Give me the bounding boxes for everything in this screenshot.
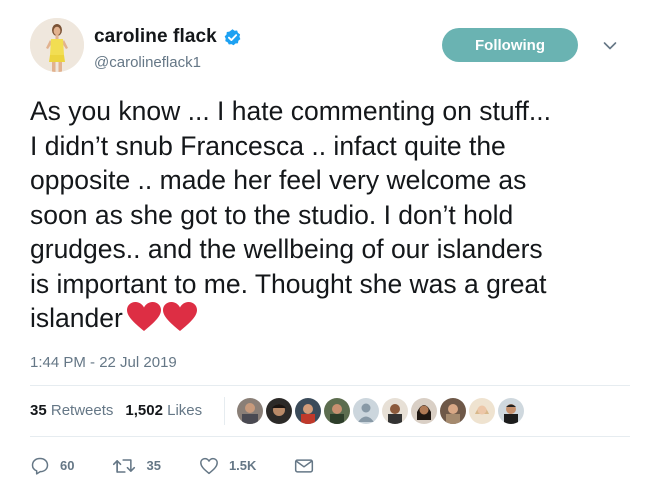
envelope-icon — [295, 458, 314, 473]
tweet-header: caroline flack @carolineflack1 Following — [30, 18, 630, 80]
tweet-text-container: As you know ... I hate commenting on stu… — [30, 94, 630, 336]
verified-badge-icon — [223, 28, 242, 47]
retweets-label: Retweets — [50, 402, 114, 419]
heart-outline-icon — [200, 457, 218, 474]
retweets-count: 35 — [30, 402, 47, 419]
retweet-icon — [113, 458, 136, 473]
tweet-card: caroline flack @carolineflack1 Following… — [0, 0, 660, 480]
liker-avatar[interactable] — [411, 397, 438, 424]
reply-count: 60 — [60, 458, 75, 473]
like-action[interactable]: 1.5K — [199, 457, 256, 475]
retweets-stat[interactable]: 35 Retweets — [30, 402, 113, 419]
liker-avatar-default[interactable] — [353, 397, 380, 424]
liker-avatar[interactable] — [295, 397, 322, 424]
red-heart-icon — [162, 302, 197, 331]
likes-label: Likes — [167, 402, 203, 419]
retweet-count: 35 — [146, 458, 161, 473]
like-count: 1.5K — [228, 458, 257, 473]
liker-avatar[interactable] — [469, 397, 496, 424]
liker-avatar[interactable] — [237, 397, 264, 424]
user-info: caroline flack @carolineflack1 — [94, 25, 242, 71]
liker-avatar[interactable] — [440, 397, 467, 424]
user-avatar[interactable] — [30, 18, 84, 72]
chevron-down-icon[interactable] — [600, 36, 620, 56]
following-button[interactable]: Following — [442, 28, 578, 62]
heart-emoji-group — [126, 302, 197, 332]
reply-action[interactable]: 60 — [30, 456, 74, 476]
user-handle[interactable]: @carolineflack1 — [94, 54, 242, 71]
liker-avatars — [224, 396, 527, 425]
tweet-actions: 60 35 1.5K — [30, 441, 630, 480]
tweet-text: As you know ... I hate commenting on stu… — [30, 96, 551, 333]
liker-avatar[interactable] — [266, 397, 293, 424]
name-row: caroline flack — [94, 25, 242, 49]
display-name[interactable]: caroline flack — [94, 26, 217, 48]
liker-avatar[interactable] — [382, 397, 409, 424]
tweet-timestamp[interactable]: 1:44 PM - 22 Jul 2019 — [30, 354, 630, 371]
liker-avatar[interactable] — [498, 397, 525, 424]
direct-message-action[interactable] — [294, 458, 314, 474]
likes-count: 1,502 — [125, 402, 163, 419]
reply-icon — [31, 457, 49, 475]
likes-stat[interactable]: 1,502 Likes — [125, 402, 202, 419]
engagement-stats: 35 Retweets 1,502 Likes — [30, 384, 630, 437]
red-heart-icon — [126, 302, 161, 331]
retweet-action[interactable]: 35 — [112, 456, 161, 476]
liker-avatar[interactable] — [324, 397, 351, 424]
